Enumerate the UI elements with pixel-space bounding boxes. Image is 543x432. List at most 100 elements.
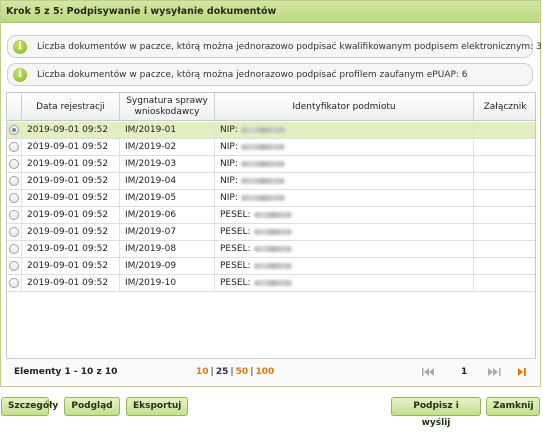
table-row[interactable]: 2019-09-01 09:52 IM/2019-01 NIP: — [7, 122, 535, 139]
redacted-identifier — [253, 228, 292, 235]
row-select-radio[interactable] — [9, 159, 19, 169]
identifier-type: NIP: — [220, 176, 238, 186]
cell-signature: IM/2019-03 — [119, 156, 214, 172]
pager-summary: Elementy 1 - 10 z 10 — [14, 367, 118, 377]
redacted-identifier — [253, 279, 292, 286]
row-select-radio[interactable] — [9, 193, 19, 203]
cell-signature: IM/2019-09 — [119, 258, 214, 274]
row-select-radio[interactable] — [9, 278, 19, 288]
page-size-separator: | — [230, 367, 234, 377]
redacted-identifier — [240, 177, 285, 184]
current-page-number[interactable]: 1 — [461, 359, 467, 385]
row-select-radio[interactable] — [9, 261, 19, 271]
grid-pager: Elementy 1 - 10 z 10 10 | 25 | 50 | 100 1 — [6, 358, 536, 384]
cell-attachment — [473, 190, 536, 206]
row-select-radio[interactable] — [9, 142, 19, 152]
export-button[interactable]: Eksportuj — [126, 397, 188, 416]
cell-signature: IM/2019-08 — [119, 241, 214, 257]
cell-attachment — [473, 258, 536, 274]
cell-identifier: PESEL: — [214, 275, 473, 291]
cell-date: 2019-09-01 09:52 — [21, 122, 119, 138]
cell-attachment — [473, 275, 536, 291]
page-size-separator: | — [210, 367, 214, 377]
cell-signature: IM/2019-07 — [119, 224, 214, 240]
cell-signature: IM/2019-04 — [119, 173, 214, 189]
redacted-identifier — [240, 160, 285, 167]
cell-attachment — [473, 207, 536, 223]
next-page-icon[interactable] — [486, 367, 502, 377]
cell-attachment — [473, 122, 536, 138]
cell-date: 2019-09-01 09:52 — [21, 258, 119, 274]
cell-identifier: PESEL: — [214, 258, 473, 274]
cell-identifier: PESEL: — [214, 224, 473, 240]
column-header-attachment[interactable]: Załącznik — [473, 93, 536, 121]
identifier-type: PESEL: — [220, 210, 251, 220]
cell-date: 2019-09-01 09:52 — [21, 173, 119, 189]
table-row[interactable]: 2019-09-01 09:52 IM/2019-05 NIP: — [7, 190, 535, 207]
identifier-type: NIP: — [220, 142, 238, 152]
page-size-10[interactable]: 10 — [196, 367, 209, 377]
redacted-identifier — [240, 126, 285, 133]
cell-date: 2019-09-01 09:52 — [21, 224, 119, 240]
cell-attachment — [473, 224, 536, 240]
table-row[interactable]: 2019-09-01 09:52 IM/2019-02 NIP: — [7, 139, 535, 156]
table-row[interactable]: 2019-09-01 09:52 IM/2019-09 PESEL: — [7, 258, 535, 275]
redacted-identifier — [253, 262, 292, 269]
page-size-selector: 10 | 25 | 50 | 100 — [196, 359, 274, 385]
cell-signature: IM/2019-01 — [119, 122, 214, 138]
info-box-epuap-profile: i Liczba dokumentów w paczce, którą możn… — [7, 63, 533, 86]
table-row[interactable]: 2019-09-01 09:52 IM/2019-04 NIP: — [7, 173, 535, 190]
cell-identifier: PESEL: — [214, 241, 473, 257]
table-row[interactable]: 2019-09-01 09:52 IM/2019-03 NIP: — [7, 156, 535, 173]
table-row[interactable]: 2019-09-01 09:52 IM/2019-06 PESEL: — [7, 207, 535, 224]
cell-attachment — [473, 139, 536, 155]
wizard-panel: Krok 5 z 5: Podpisywanie i wysyłanie dok… — [0, 0, 542, 387]
row-select-radio[interactable] — [9, 125, 19, 135]
row-select-radio[interactable] — [9, 244, 19, 254]
cell-identifier: NIP: — [214, 156, 473, 172]
cell-identifier: PESEL: — [214, 207, 473, 223]
redacted-identifier — [240, 143, 285, 150]
info-icon: i — [13, 67, 27, 82]
cell-date: 2019-09-01 09:52 — [21, 139, 119, 155]
page-size-100[interactable]: 100 — [255, 367, 274, 377]
cell-date: 2019-09-01 09:52 — [21, 156, 119, 172]
info-text: Liczba dokumentów w paczce, którą można … — [37, 41, 542, 52]
table-row[interactable]: 2019-09-01 09:52 IM/2019-10 PESEL: — [7, 275, 535, 292]
cell-identifier: NIP: — [214, 122, 473, 138]
table-row[interactable]: 2019-09-01 09:52 IM/2019-08 PESEL: — [7, 241, 535, 258]
cell-signature: IM/2019-10 — [119, 275, 214, 291]
last-page-icon[interactable] — [514, 367, 530, 377]
cell-attachment — [473, 241, 536, 257]
cell-date: 2019-09-01 09:52 — [21, 275, 119, 291]
identifier-type: NIP: — [220, 125, 238, 135]
grid-header: Data rejestracji Sygnatura sprawy wniosk… — [7, 93, 535, 121]
page-size-50[interactable]: 50 — [236, 367, 249, 377]
row-select-radio[interactable] — [9, 210, 19, 220]
cell-date: 2019-09-01 09:52 — [21, 241, 119, 257]
table-row[interactable]: 2019-09-01 09:52 IM/2019-07 PESEL: — [7, 224, 535, 241]
identifier-type: PESEL: — [220, 244, 251, 254]
info-icon: i — [13, 39, 27, 54]
column-header-signature[interactable]: Sygnatura sprawy wnioskodawcy — [119, 93, 214, 121]
cell-identifier: NIP: — [214, 139, 473, 155]
row-select-radio[interactable] — [9, 227, 19, 237]
preview-button[interactable]: Podgląd — [64, 397, 120, 416]
cell-signature: IM/2019-05 — [119, 190, 214, 206]
sign-and-send-button[interactable]: Podpisz i wyślij — [391, 397, 481, 428]
close-button[interactable]: Zamknij — [486, 397, 540, 416]
column-header-date[interactable]: Data rejestracji — [21, 93, 119, 121]
identifier-type: PESEL: — [220, 261, 251, 271]
cell-identifier: NIP: — [214, 190, 473, 206]
row-select-radio[interactable] — [9, 176, 19, 186]
column-header-identifier[interactable]: Identyfikator podmiotu — [214, 93, 473, 121]
info-box-qualified-signature: i Liczba dokumentów w paczce, którą możn… — [7, 35, 542, 58]
identifier-type: PESEL: — [220, 227, 251, 237]
page-size-25[interactable]: 25 — [216, 367, 229, 377]
first-page-icon[interactable] — [421, 367, 437, 377]
identifier-type: NIP: — [220, 159, 238, 169]
cell-attachment — [473, 173, 536, 189]
details-button[interactable]: Szczegóły — [1, 397, 58, 416]
cell-attachment — [473, 156, 536, 172]
panel-title: Krok 5 z 5: Podpisywanie i wysyłanie dok… — [1, 1, 540, 23]
